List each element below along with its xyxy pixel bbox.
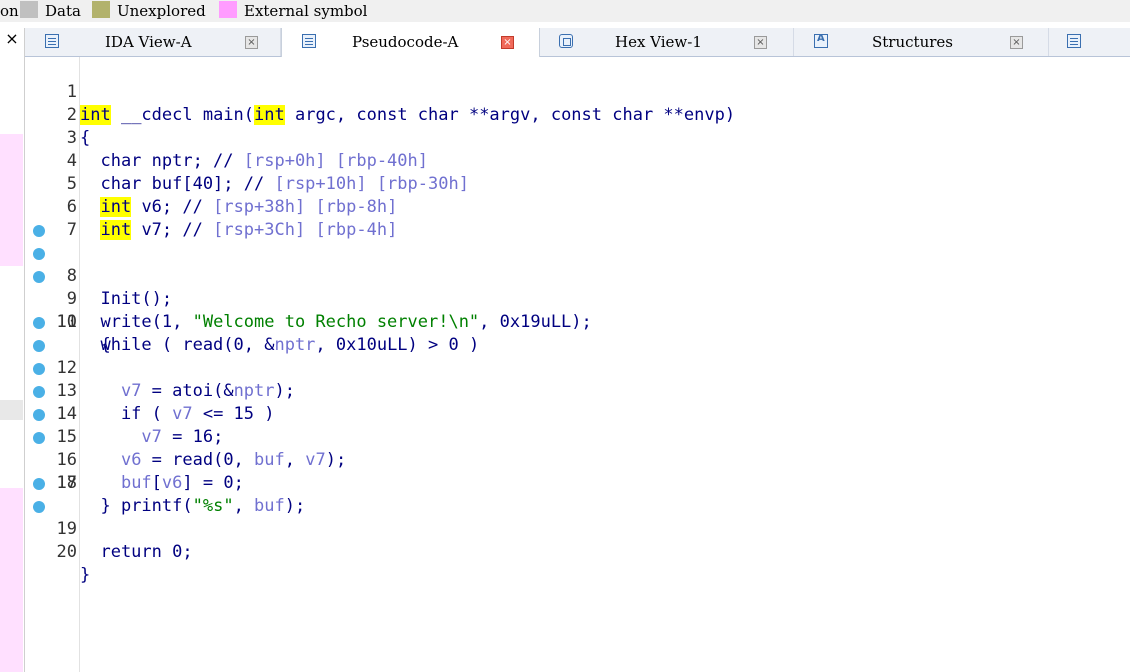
enums-icon	[1067, 34, 1081, 48]
breakpoint-dot[interactable]	[33, 409, 45, 421]
tab-structures[interactable]: Structures ×	[794, 28, 1049, 56]
line-number: 20	[56, 542, 77, 562]
legend-swatch-external	[219, 1, 237, 18]
breakpoint-dot[interactable]	[33, 478, 45, 490]
close-icon[interactable]: ×	[245, 36, 258, 49]
breakpoint-dot[interactable]	[33, 363, 45, 375]
code-line: 9 write(1, "Welcome to Recho server!\n",…	[25, 242, 1130, 332]
code-line: 8 Init();	[25, 219, 1130, 309]
hex-view-icon	[559, 34, 573, 48]
legend-swatch-data	[20, 1, 38, 18]
sidebar-highlight	[0, 488, 23, 672]
pseudocode-view[interactable]: 1 int __cdecl main(int argc, const char …	[25, 57, 1130, 672]
structures-icon	[814, 33, 828, 48]
close-icon[interactable]: ×	[1010, 36, 1023, 49]
code-text[interactable]: }	[80, 564, 90, 587]
tab-hex-view-1[interactable]: Hex View-1 ×	[539, 28, 794, 56]
tab-label: IDA View-A	[105, 33, 192, 51]
functions-panel-edge: ×	[0, 28, 25, 672]
tab-pseudocode-a[interactable]: Pseudocode-A ×	[281, 28, 540, 57]
code-line: 7	[25, 196, 1130, 240]
code-line: 11 {	[25, 288, 1130, 355]
code-line: 13 if ( v7 <= 15 )	[25, 334, 1130, 424]
breakpoint-dot[interactable]	[33, 340, 45, 352]
code-line: 14 v7 = 16;	[25, 357, 1130, 447]
tab-label: Structures	[872, 33, 953, 51]
breakpoint-dot[interactable]	[33, 225, 45, 237]
code-text[interactable]: return 0;	[80, 541, 192, 564]
code-line: 10 while ( read(0, &nptr, 0x10uLL) > 0 )	[25, 265, 1130, 355]
close-icon[interactable]: ×	[754, 36, 767, 49]
tab-bar: IDA View-A × Pseudocode-A × Hex View-1 ×…	[25, 28, 1130, 57]
code-line: 1 int __cdecl main(int argc, const char …	[25, 58, 1130, 125]
sidebar-selection	[0, 400, 23, 420]
code-line: 20 }	[25, 495, 1130, 585]
code-line: 6 int v7; // [rsp+3Ch] [rbp-4h]	[25, 173, 1130, 240]
code-line: 15 v6 = read(0, buf, v7);	[25, 380, 1130, 470]
code-line: 12 v7 = atoi(&nptr);	[25, 311, 1130, 401]
panel-close-icon[interactable]: ×	[0, 28, 24, 50]
code-line: 5 int v6; // [rsp+38h] [rbp-8h]	[25, 150, 1130, 217]
legend-label-data: Data	[45, 2, 81, 20]
legend-bar: on Data Unexplored External symbol	[0, 0, 1130, 22]
code-line: 17 printf("%s", buf);	[25, 426, 1130, 516]
pseudocode-icon	[302, 34, 316, 48]
code-line: 19 return 0;	[25, 472, 1130, 562]
breakpoint-dot[interactable]	[33, 271, 45, 283]
code-line: 18 }	[25, 449, 1130, 516]
close-icon[interactable]: ×	[501, 36, 514, 49]
legend-label-unexplored: Unexplored	[117, 2, 206, 20]
breakpoint-dot[interactable]	[33, 248, 45, 260]
sidebar-highlight	[0, 134, 23, 266]
breakpoint-dot[interactable]	[33, 386, 45, 398]
code-line: 4 char buf[40]; // [rsp+10h] [rbp-30h]	[25, 127, 1130, 194]
tab-more[interactable]	[1049, 28, 1109, 56]
legend-cut-label: on	[0, 2, 19, 20]
breakpoint-dot[interactable]	[33, 432, 45, 444]
tab-label: Hex View-1	[615, 33, 702, 51]
tab-ida-view-a[interactable]: IDA View-A ×	[25, 28, 281, 56]
code-line: 16 buf[v6] = 0;	[25, 403, 1130, 493]
breakpoint-dot[interactable]	[33, 501, 45, 513]
code-line: 2 {	[25, 81, 1130, 148]
ida-view-icon	[45, 34, 59, 48]
breakpoint-dot[interactable]	[33, 317, 45, 329]
legend-label-external: External symbol	[244, 2, 368, 20]
legend-swatch-unexplored	[92, 1, 110, 18]
tab-label: Pseudocode-A	[352, 33, 459, 51]
code-line: 3 char nptr; // [rsp+0h] [rbp-40h]	[25, 104, 1130, 171]
